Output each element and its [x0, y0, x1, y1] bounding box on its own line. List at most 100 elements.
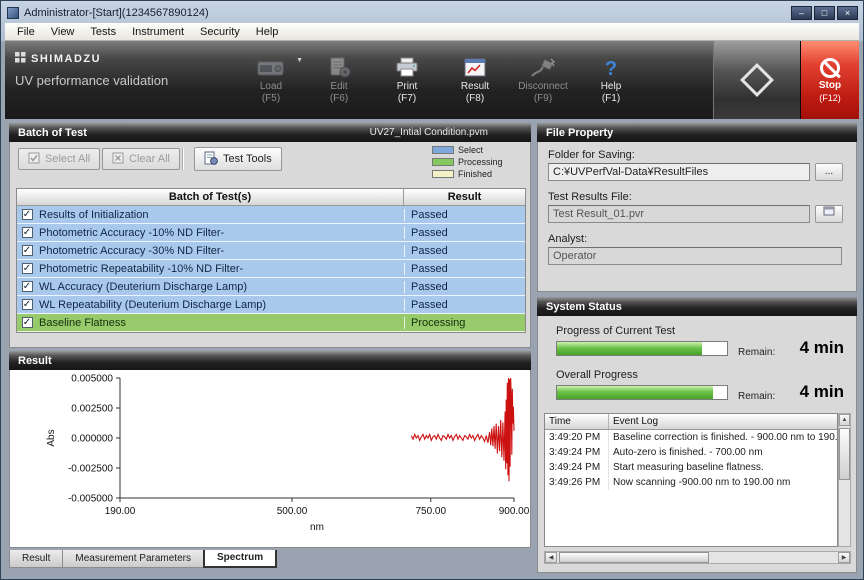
- current-test-progress-bar: [556, 341, 728, 356]
- system-status-title: System Status: [546, 301, 622, 313]
- test-result: Passed: [404, 281, 525, 293]
- svg-text:0.002500: 0.002500: [71, 404, 113, 415]
- tab-result[interactable]: Result: [9, 550, 62, 568]
- batch-row-photometric-accuracy-30-nd-filter[interactable]: ✓Photometric Accuracy -30% ND Filter-Pas…: [17, 242, 525, 260]
- event-time: 3:49:26 PM: [545, 475, 609, 490]
- clear-all-button[interactable]: Clear All: [102, 148, 180, 170]
- folder-for-saving-field[interactable]: C:¥UVPerfVal-Data¥ResultFiles: [548, 163, 810, 181]
- row-checkbox[interactable]: ✓: [22, 317, 33, 328]
- state-legend: Select Processing Finished: [432, 145, 524, 181]
- menu-security[interactable]: Security: [192, 24, 248, 40]
- overall-progress-bar: [556, 385, 728, 400]
- checkbox-cell: ✓: [17, 209, 37, 220]
- result-button[interactable]: Result(F8): [441, 41, 509, 119]
- row-checkbox[interactable]: ✓: [22, 281, 33, 292]
- test-tools-button[interactable]: Test Tools: [194, 147, 282, 171]
- menu-tests[interactable]: Tests: [82, 24, 124, 40]
- vertical-scroll-thumb[interactable]: [839, 428, 850, 480]
- brand-name: SHIMADZU: [31, 53, 101, 65]
- row-checkbox[interactable]: ✓: [22, 245, 33, 256]
- legend-label-select: Select: [458, 145, 483, 155]
- batch-file-name: UV27_Intial Condition.pvm: [370, 127, 488, 138]
- legend-color-select: [432, 146, 454, 154]
- start-button[interactable]: [713, 41, 801, 119]
- print-button[interactable]: Print(F7): [373, 41, 441, 119]
- event-log-row: 3:49:20 PMBaseline correction is finishe…: [545, 430, 837, 445]
- batch-row-baseline-flatness[interactable]: ✓Baseline FlatnessProcessing: [17, 314, 525, 332]
- legend-label-processing: Processing: [458, 157, 503, 167]
- batch-row-photometric-accuracy-10-nd-filter[interactable]: ✓Photometric Accuracy -10% ND Filter-Pas…: [17, 224, 525, 242]
- legend-color-finished: [432, 170, 454, 178]
- batch-panel: Select All Clear All Test Tools Select Pr…: [9, 142, 531, 348]
- row-checkbox[interactable]: ✓: [22, 299, 33, 310]
- scroll-up-icon[interactable]: ▲: [839, 414, 850, 426]
- scroll-left-icon[interactable]: ◀: [545, 552, 557, 563]
- menu-instrument[interactable]: Instrument: [124, 24, 192, 40]
- batch-row-wl-accuracy-deuterium-discharge-lamp[interactable]: ✓WL Accuracy (Deuterium Discharge Lamp)P…: [17, 278, 525, 296]
- disconnect-button[interactable]: Disconnect(F9): [509, 41, 577, 119]
- result-panel-header: Result: [9, 351, 531, 370]
- event-log-row: 3:49:24 PMStart measuring baseline flatn…: [545, 460, 837, 475]
- maximize-button[interactable]: □: [814, 6, 835, 20]
- system-status-header: System Status: [537, 297, 857, 316]
- row-checkbox[interactable]: ✓: [22, 227, 33, 238]
- menu-view[interactable]: View: [43, 24, 83, 40]
- close-button[interactable]: ×: [837, 6, 858, 20]
- menu-file[interactable]: File: [9, 24, 43, 40]
- print-shortcut: (F7): [398, 93, 416, 104]
- svg-text:?: ?: [605, 58, 617, 79]
- tab-measurement-parameters[interactable]: Measurement Parameters: [62, 550, 203, 568]
- result-icon: [461, 56, 489, 80]
- clear-all-label: Clear All: [129, 153, 170, 165]
- browse-folder-button[interactable]: ...: [815, 163, 843, 181]
- menu-help[interactable]: Help: [248, 24, 287, 40]
- column-header-time[interactable]: Time: [545, 414, 609, 429]
- svg-text:500.00: 500.00: [277, 506, 308, 517]
- batch-table-rows: ✓Results of InitializationPassed✓Photome…: [17, 206, 525, 332]
- stop-button[interactable]: Stop (F12): [801, 41, 859, 119]
- svg-text:0.005000: 0.005000: [71, 374, 113, 385]
- event-text: Start measuring baseline flatness.: [609, 460, 837, 475]
- analyst-field[interactable]: Operator: [548, 247, 842, 265]
- batch-table: Batch of Test(s) Result ✓Results of Init…: [16, 188, 526, 333]
- checkbox-cell: ✓: [17, 263, 37, 274]
- file-property-header: File Property: [537, 123, 857, 142]
- app-icon: [7, 7, 19, 19]
- column-header-result[interactable]: Result: [404, 189, 525, 205]
- result-label: Result: [461, 81, 489, 92]
- column-header-event-log[interactable]: Event Log: [609, 414, 837, 429]
- stop-label: Stop: [819, 80, 841, 91]
- batch-row-results-of-initialization[interactable]: ✓Results of InitializationPassed: [17, 206, 525, 224]
- edit-icon: [325, 56, 353, 80]
- title-bar: Administrator-[Start](1234567890124) – □…: [4, 4, 860, 22]
- load-dropdown-icon[interactable]: ▼: [296, 57, 303, 64]
- horizontal-scroll-thumb[interactable]: [559, 552, 709, 563]
- file-options-button[interactable]: [815, 205, 843, 223]
- minimize-button[interactable]: –: [791, 6, 812, 20]
- event-time: 3:49:24 PM: [545, 460, 609, 475]
- event-log-vertical-scrollbar[interactable]: ▲: [838, 413, 851, 547]
- select-all-button[interactable]: Select All: [18, 148, 100, 170]
- disconnect-label: Disconnect: [518, 81, 567, 92]
- test-results-file-field[interactable]: Test Result_01.pvr: [548, 205, 810, 223]
- help-button[interactable]: ?Help(F1): [577, 41, 645, 119]
- start-diamond-icon: [740, 63, 774, 97]
- help-icon: ?: [597, 56, 625, 80]
- batch-row-wl-repeatability-deuterium-discharge-lamp[interactable]: ✓WL Repeatability (Deuterium Discharge L…: [17, 296, 525, 314]
- row-checkbox[interactable]: ✓: [22, 263, 33, 274]
- column-header-batch-of-tests[interactable]: Batch of Test(s): [17, 189, 404, 205]
- stop-key: (F12): [819, 93, 841, 103]
- legend-finished: Finished: [432, 169, 524, 179]
- edit-shortcut: (F6): [330, 93, 348, 104]
- load-button[interactable]: ▼Load(F5): [237, 41, 305, 119]
- test-tools-icon: [204, 151, 218, 168]
- batch-row-photometric-repeatability-10-nd-filter[interactable]: ✓Photometric Repeatability -10% ND Filte…: [17, 260, 525, 278]
- edit-button[interactable]: Edit(F6): [305, 41, 373, 119]
- stop-icon: [820, 58, 840, 78]
- scroll-right-icon[interactable]: ▶: [838, 552, 850, 563]
- svg-text:Abs: Abs: [46, 429, 57, 446]
- checkbox-cell: ✓: [17, 281, 37, 292]
- event-log-horizontal-scrollbar[interactable]: ◀ ▶: [544, 551, 851, 564]
- tab-spectrum[interactable]: Spectrum: [203, 550, 277, 568]
- row-checkbox[interactable]: ✓: [22, 209, 33, 220]
